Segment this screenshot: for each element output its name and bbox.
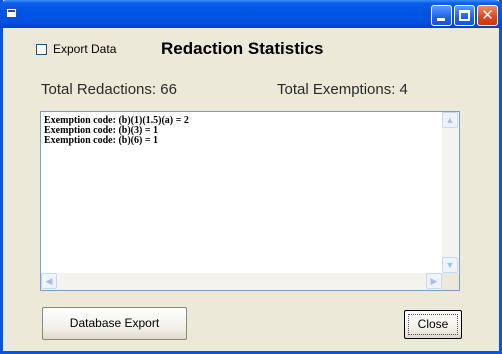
scroll-up-arrow-icon[interactable]: ▲ bbox=[442, 112, 458, 128]
exemption-code-line: Exemption code: (b)(6) = 1 bbox=[44, 135, 159, 146]
export-data-checkbox[interactable] bbox=[36, 44, 47, 55]
redaction-statistics-window: ✕ Export Data Redaction Statistics Total… bbox=[0, 0, 502, 354]
scroll-right-arrow-icon[interactable]: ▶ bbox=[426, 273, 442, 289]
title-bar[interactable]: ✕ bbox=[0, 0, 502, 28]
scroll-down-arrow-icon[interactable]: ▼ bbox=[442, 257, 458, 273]
vertical-scrollbar[interactable]: ▲ ▼ bbox=[442, 112, 459, 273]
total-exemptions-label: Total Exemptions: 4 bbox=[277, 81, 408, 98]
exemption-code-list: Exemption code: (b)(1)(1.5)(a) = 2 Exemp… bbox=[44, 116, 189, 146]
minimize-icon bbox=[437, 18, 445, 21]
scroll-left-arrow-icon[interactable]: ◀ bbox=[41, 273, 57, 289]
scrollbar-corner bbox=[442, 273, 459, 290]
close-window-button[interactable]: ✕ bbox=[477, 5, 498, 26]
page-title: Redaction Statistics bbox=[161, 39, 324, 58]
total-redactions-label: Total Redactions: 66 bbox=[41, 81, 177, 98]
minimize-button[interactable] bbox=[431, 5, 452, 26]
maximize-icon bbox=[459, 10, 470, 21]
close-button[interactable]: Close bbox=[404, 310, 462, 339]
close-icon: ✕ bbox=[481, 6, 494, 24]
maximize-button[interactable] bbox=[454, 5, 475, 26]
horizontal-scrollbar[interactable]: ◀ ▶ bbox=[41, 273, 442, 290]
database-export-button[interactable]: Database Export bbox=[42, 307, 187, 340]
window-app-icon[interactable] bbox=[6, 8, 17, 18]
export-data-label[interactable]: Export Data bbox=[53, 40, 116, 58]
exemption-codes-textbox[interactable]: Exemption code: (b)(1)(1.5)(a) = 2 Exemp… bbox=[40, 111, 460, 291]
